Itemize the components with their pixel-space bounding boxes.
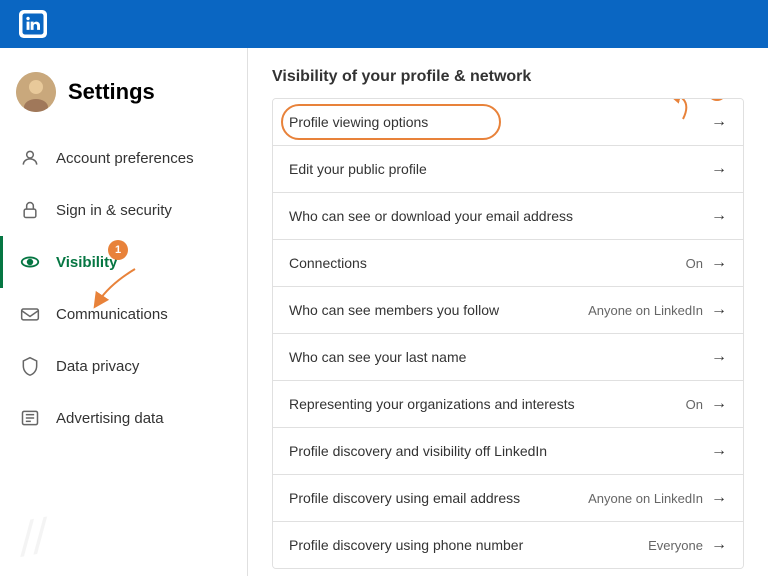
chevron-right-icon-8: → [711, 489, 727, 507]
connections-value: On [686, 256, 703, 271]
menu-item-last-name[interactable]: Who can see your last name → [273, 334, 743, 381]
discovery-email-value: Anyone on LinkedIn [588, 491, 703, 506]
menu-item-members-follow[interactable]: Who can see members you follow Anyone on… [273, 287, 743, 334]
person-icon [16, 144, 44, 172]
members-follow-label: Who can see members you follow [289, 302, 499, 318]
chevron-right-icon-1: → [711, 160, 727, 178]
content-area: Visibility of your profile & network Pro… [248, 48, 768, 576]
section-title: Visibility of your profile & network [272, 68, 744, 86]
menu-item-profile-viewing-options[interactable]: Profile viewing options 2 → [273, 99, 743, 146]
menu-item-connections[interactable]: Connections On → [273, 240, 743, 287]
chevron-right-icon-3: → [711, 254, 727, 272]
top-nav [0, 0, 768, 48]
watermark-decoration: // [15, 509, 51, 568]
edit-public-profile-label: Edit your public profile [289, 161, 427, 177]
menu-item-discovery-visibility[interactable]: Profile discovery and visibility off Lin… [273, 428, 743, 475]
annotation-badge-1: 1 [108, 240, 128, 260]
sign-in-security-label: Sign in & security [56, 202, 172, 219]
sidebar-item-advertising-data[interactable]: Advertising data [0, 392, 247, 444]
chevron-right-icon-5: → [711, 348, 727, 366]
discovery-email-label: Profile discovery using email address [289, 490, 520, 506]
organizations-value: On [686, 397, 703, 412]
account-preferences-label: Account preferences [56, 150, 194, 167]
advertising-data-label: Advertising data [56, 410, 164, 427]
sidebar-item-visibility[interactable]: Visibility 1 [0, 236, 247, 288]
sidebar-item-account-preferences[interactable]: Account preferences [0, 132, 247, 184]
profile-viewing-options-label: Profile viewing options [289, 114, 428, 130]
main-layout: // Settings Account preferences [0, 48, 768, 576]
data-privacy-label: Data privacy [56, 358, 139, 375]
linkedin-logo[interactable] [16, 7, 50, 41]
organizations-label: Representing your organizations and inte… [289, 396, 575, 412]
menu-item-edit-public-profile[interactable]: Edit your public profile → [273, 146, 743, 193]
menu-item-email-visibility[interactable]: Who can see or download your email addre… [273, 193, 743, 240]
menu-item-discovery-phone[interactable]: Profile discovery using phone number Eve… [273, 522, 743, 568]
last-name-label: Who can see your last name [289, 349, 466, 365]
sidebar-item-data-privacy[interactable]: Data privacy [0, 340, 247, 392]
members-follow-value: Anyone on LinkedIn [588, 303, 703, 318]
sidebar: // Settings Account preferences [0, 48, 248, 576]
menu-list: Profile viewing options 2 → [272, 98, 744, 569]
communications-label: Communications [56, 306, 168, 323]
settings-title: Settings [68, 79, 155, 105]
chevron-right-icon-9: → [711, 536, 727, 554]
chevron-right-icon-0: → [711, 113, 727, 131]
email-visibility-label: Who can see or download your email addre… [289, 208, 573, 224]
envelope-icon [16, 300, 44, 328]
sidebar-header: Settings [0, 64, 247, 132]
discovery-visibility-label: Profile discovery and visibility off Lin… [289, 443, 547, 459]
chevron-right-icon-6: → [711, 395, 727, 413]
sidebar-item-sign-in-security[interactable]: Sign in & security [0, 184, 247, 236]
annotation-badge-2: 2 [707, 98, 727, 101]
list-icon [16, 404, 44, 432]
sidebar-item-communications[interactable]: Communications [0, 288, 247, 340]
discovery-phone-value: Everyone [648, 538, 703, 553]
shield-icon [16, 352, 44, 380]
lock-icon [16, 196, 44, 224]
visibility-label: Visibility [56, 254, 117, 271]
chevron-right-icon-2: → [711, 207, 727, 225]
avatar[interactable] [16, 72, 56, 112]
connections-label: Connections [289, 255, 367, 271]
chevron-right-icon-7: → [711, 442, 727, 460]
discovery-phone-label: Profile discovery using phone number [289, 537, 523, 553]
menu-item-discovery-email[interactable]: Profile discovery using email address An… [273, 475, 743, 522]
chevron-right-icon-4: → [711, 301, 727, 319]
menu-item-organizations[interactable]: Representing your organizations and inte… [273, 381, 743, 428]
eye-icon [16, 248, 44, 276]
